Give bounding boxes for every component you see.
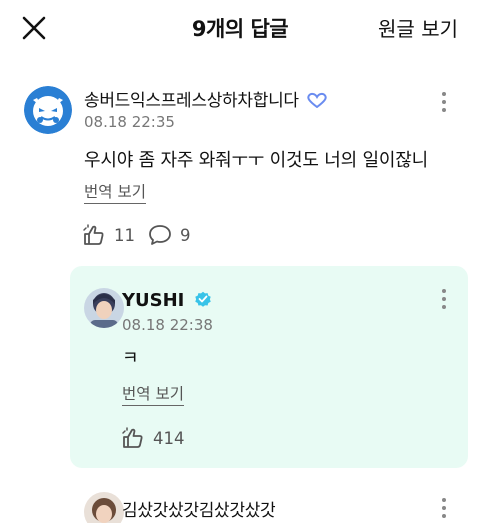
like-button[interactable]: 11: [82, 224, 135, 246]
like-icon: [122, 427, 143, 448]
comment-bubble-icon: [149, 225, 171, 245]
top-bar: 9개의 답글 원글 보기: [0, 0, 480, 58]
comment-timestamp: 08.18 22:35: [84, 113, 175, 131]
reply-count: 9: [180, 225, 191, 245]
avatar[interactable]: [84, 492, 124, 523]
avatar-image: [84, 492, 124, 523]
translate-link[interactable]: 번역 보기: [84, 180, 146, 204]
comment-author[interactable]: 송버드익스프레스상하차합니다: [84, 86, 328, 111]
comment-author[interactable]: 김샀갓샀갓김샀갓샀갓: [122, 496, 276, 521]
heart-badge-icon: [307, 92, 327, 109]
like-count: 11: [114, 225, 135, 245]
verified-badge-icon: [194, 291, 211, 307]
more-options-button[interactable]: [440, 92, 448, 116]
comment-text: 우시야 좀 자주 와줘ㅜㅜ 이것도 너의 일이잖니: [84, 150, 428, 171]
more-options-button[interactable]: [440, 289, 448, 313]
view-original-button[interactable]: 원글 보기: [378, 13, 458, 42]
comment-author[interactable]: YUSHI: [122, 290, 212, 311]
avatar-image: [84, 288, 124, 328]
comment-timestamp: 08.18 22:38: [122, 316, 213, 334]
avatar[interactable]: [24, 86, 72, 134]
reply-button[interactable]: 9: [148, 224, 191, 246]
translate-link[interactable]: 번역 보기: [122, 382, 184, 406]
like-count: 414: [153, 428, 185, 448]
like-button[interactable]: 414: [121, 427, 185, 449]
avatar-image: [24, 86, 72, 134]
avatar[interactable]: [84, 288, 124, 328]
like-icon: [83, 224, 104, 245]
comment-text: ㅋ: [122, 348, 139, 369]
more-options-button[interactable]: [440, 498, 448, 522]
